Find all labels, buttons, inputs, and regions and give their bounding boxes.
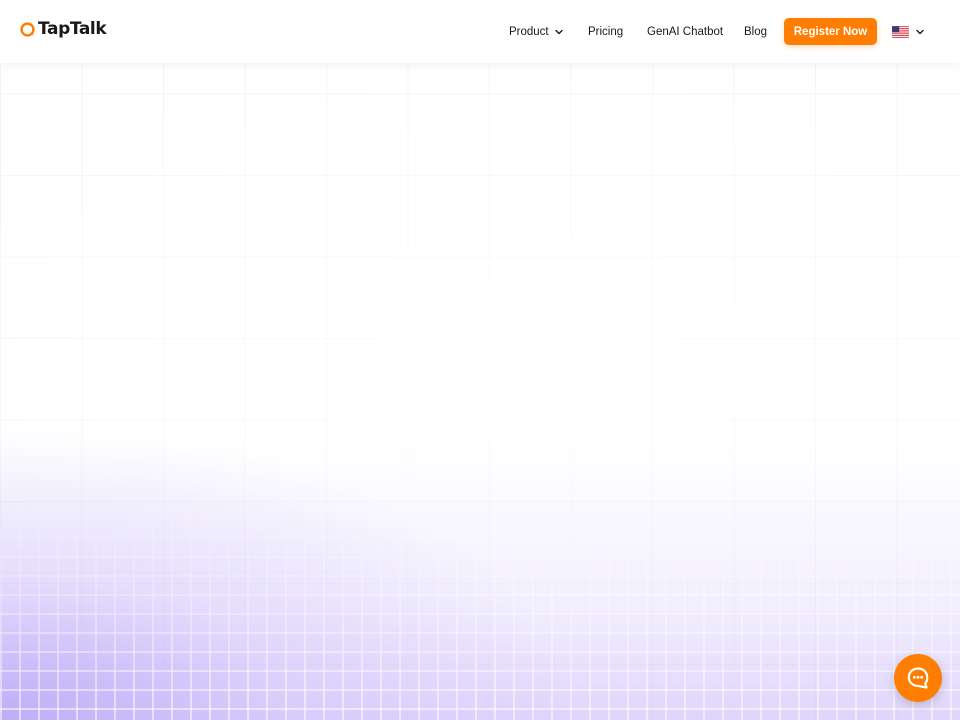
register-now-button[interactable]: Register Now: [784, 18, 877, 45]
chevron-down-icon: [554, 29, 563, 34]
pixel-grid-pattern: [0, 480, 960, 720]
site-header: TapTalk Product Pricing GenAI Chatbot Bl…: [0, 0, 960, 63]
chat-launcher-button[interactable]: [894, 654, 942, 702]
nav-product[interactable]: Product: [509, 18, 564, 45]
nav-pricing[interactable]: Pricing: [588, 18, 623, 45]
nav-genai-chatbot-label: GenAI Chatbot: [647, 25, 724, 38]
us-flag-icon: [892, 25, 909, 38]
nav-pricing-label: Pricing: [588, 25, 624, 38]
chat-bubble-icon: [907, 667, 929, 689]
nav-blog-label: Blog: [744, 25, 768, 38]
nav-genai-chatbot[interactable]: GenAI Chatbot: [647, 18, 723, 45]
language-selector[interactable]: [892, 18, 925, 45]
hero-background: [0, 63, 960, 720]
main-nav: Product Pricing GenAI Chatbot Blog Regis…: [0, 18, 960, 45]
chevron-down-icon: [916, 29, 924, 34]
nav-blog[interactable]: Blog: [744, 18, 767, 45]
nav-product-label: Product: [509, 25, 549, 38]
